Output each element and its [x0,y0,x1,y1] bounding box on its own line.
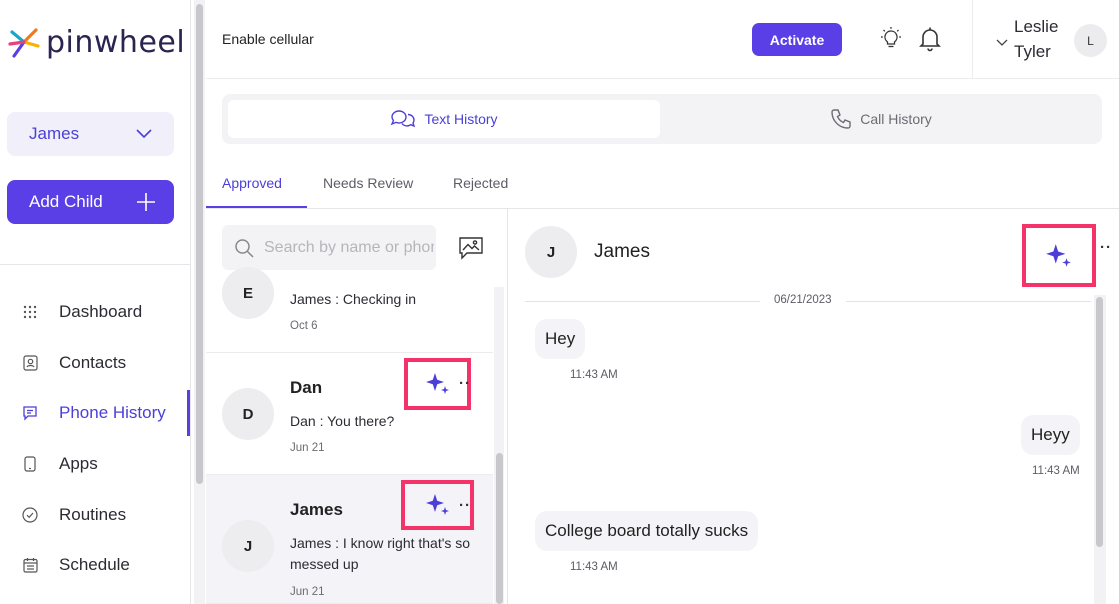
conversation-preview: James : I know right that's so messed up [290,535,471,572]
phone-device-icon [22,456,38,472]
sidebar-item-dashboard[interactable]: Dashboard [0,287,190,338]
search-icon [235,238,254,258]
active-tab-underline [206,206,307,208]
tab-needs-review[interactable]: Needs Review [323,175,413,191]
brand-name: pinwheel [46,24,186,60]
bell-icon[interactable] [918,26,942,57]
sidebar-item-label: Schedule [59,555,130,575]
avatar: J [222,520,274,572]
pinwheel-logo-icon [8,28,40,58]
tab-text-history[interactable]: Text History [228,100,660,138]
calendar-icon [22,557,38,573]
child-select[interactable]: James [7,112,174,156]
phone-icon [831,109,851,129]
avatar: D [222,388,274,440]
tab-rejected[interactable]: Rejected [453,175,508,191]
conversation-preview: James : Checking in [290,291,417,307]
avatar: J [525,226,577,278]
chevron-down-icon [136,129,152,139]
check-circle-icon [22,507,38,523]
activate-button[interactable]: Activate [752,23,842,56]
review-status-tabs: Approved Needs Review Rejected [206,160,1119,209]
search-input[interactable] [264,238,434,257]
sidebar-item-label: Contacts [59,352,127,372]
sparkle-icon [1046,243,1071,267]
history-type-toggle: Text History Call History [222,94,1102,144]
conversation-date: Jun 21 [290,442,325,454]
chat-pane: J James ·· 06/21/2023 Hey 11:43 AM Heyy … [509,209,1119,604]
user-last-name: Tyler [1014,42,1051,61]
avatar: E [222,267,274,319]
plus-icon [137,193,155,211]
chevron-down-icon[interactable] [996,34,1008,52]
sidebar-item-schedule[interactable]: Schedule [0,540,190,591]
chat-bubble-icon [22,405,38,422]
message-bubble-received: College board totally sucks [535,511,759,551]
conversation-date: Jun 21 [290,586,325,598]
date-divider-label: 06/21/2023 [760,294,846,306]
message-bubble-sent: Heyy [1021,415,1080,455]
sidebar-item-label: Routines [59,504,127,524]
chat-contact-name: James [594,241,650,262]
header-divider [972,0,973,79]
conversation-list: E James : Checking in Oct 6 D Dan Dan : … [206,209,508,604]
user-first-name: Leslie [1014,17,1059,36]
list-item-conversation-dan[interactable]: D Dan Dan : You there? Jun 21 ·· [206,353,493,475]
enable-cellular-text: Enable cellular [222,31,314,47]
conversation-preview: Dan : You there? [290,413,395,429]
sidebar-item-apps[interactable]: Apps [0,439,190,490]
tab-call-history-label: Call History [860,111,932,127]
message-time: 11:43 AM [1032,465,1080,477]
avatar[interactable]: L [1074,24,1107,57]
sidebar-item-label: Apps [59,454,98,474]
search-box[interactable] [222,225,436,270]
more-options-icon[interactable]: ·· [459,375,471,392]
chat-bubbles-icon [391,110,416,128]
sidebar-item-label: Phone History [59,403,166,423]
ai-sparkle-button[interactable] [1022,224,1096,287]
tab-call-history[interactable]: Call History [666,100,1096,138]
tab-text-history-label: Text History [424,111,498,127]
pinwheel-logo[interactable]: pinwheel [6,24,185,60]
add-child-label: Add Child [29,192,103,211]
sidebar-item-routines[interactable]: Routines [0,489,190,540]
grid-icon [22,304,38,320]
top-header: Enable cellular Activate Leslie Tyler L [206,0,1119,79]
message-time: 11:43 AM [570,369,618,381]
more-options-icon[interactable]: ·· [459,497,471,514]
sidebar-divider [0,264,190,265]
more-options-icon[interactable]: ·· [1100,239,1112,256]
list-item-conversation-e[interactable]: E James : Checking in Oct 6 [206,267,493,353]
child-select-value: James [29,124,80,143]
message-bubble-received: Hey [535,319,586,359]
message-time: 11:43 AM [570,561,618,573]
conversation-date: Oct 6 [290,320,318,332]
sidebar-item-contacts[interactable]: Contacts [0,338,190,389]
sparkle-icon [425,373,449,394]
sidebar-item-label: Dashboard [59,302,143,322]
tab-approved[interactable]: Approved [222,175,282,191]
sidebar: pinwheel James Add Child Dashboard Conta… [0,0,191,604]
sparkle-icon [425,494,449,515]
list-item-conversation-james[interactable]: J James James : I know right that's so m… [206,475,493,604]
user-menu[interactable]: Leslie Tyler [1014,14,1074,64]
new-media-message-icon[interactable] [458,235,484,266]
add-child-button[interactable]: Add Child [7,180,174,224]
contact-card-icon [22,355,38,371]
chat-scrollbar-thumb[interactable] [1096,297,1103,547]
sidebar-item-phone-history[interactable]: Phone History [0,388,190,439]
list-scrollbar-thumb[interactable] [496,453,503,604]
sidebar-nav: Dashboard Contacts Phone History Apps Ro… [0,287,190,591]
contact-name: James [290,500,343,519]
sidebar-scrollbar-thumb[interactable] [196,4,203,484]
contact-name: Dan [290,378,323,397]
lightbulb-icon[interactable] [878,26,904,57]
